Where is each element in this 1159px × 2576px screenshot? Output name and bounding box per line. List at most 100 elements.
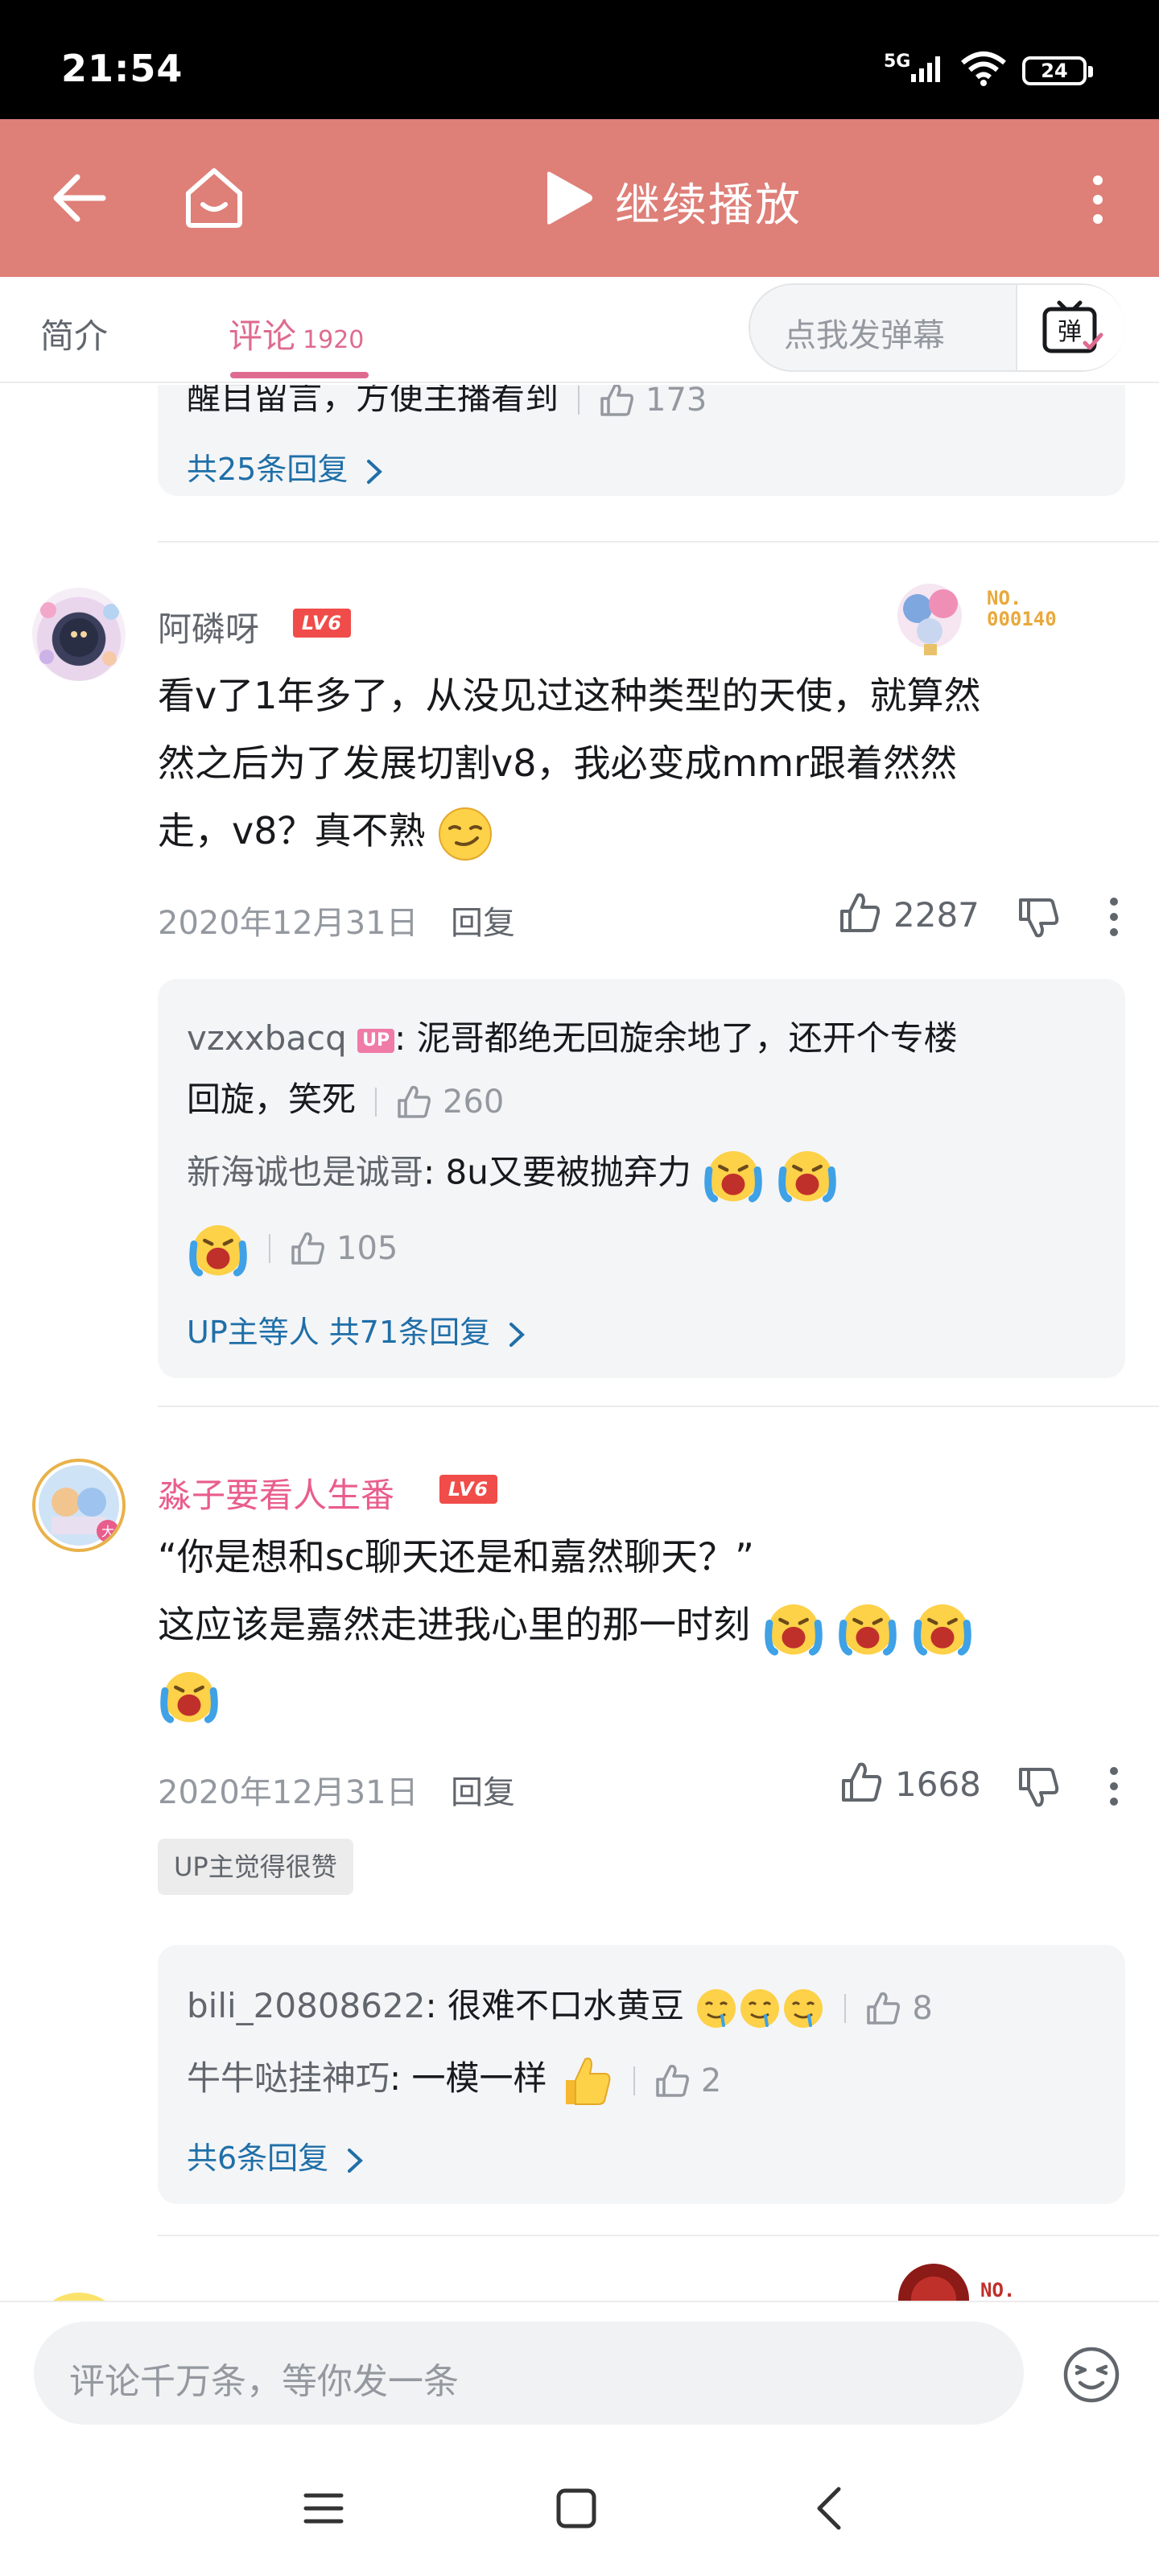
reply-item[interactable]: vzxxbacq UP: 泥哥都绝无回旋余地了，还开个专楼 <box>187 1011 958 1060</box>
play-icon[interactable] <box>541 169 594 227</box>
thumb-up-icon[interactable] <box>839 892 882 934</box>
more-replies-link[interactable]: UP主等人 共71条回复 <box>187 1307 527 1352</box>
comment-list[interactable]: 醒目留言，方便主播看到 173 共25条回复 阿磷呀 LV6 NO. 000140… <box>0 385 1159 2301</box>
network-type: 5G <box>884 52 911 72</box>
chevron-right-icon <box>509 1322 526 1347</box>
emoji-icon[interactable] <box>1061 2344 1122 2405</box>
comment-line-text: 这应该是嘉然走进我心里的那一时刻 <box>158 1603 750 1646</box>
reply-separator: : <box>425 1986 448 2025</box>
reply-item[interactable]: 牛牛哒挂神巧: 一模一样 2 <box>187 2051 721 2109</box>
comment-input-bar: 评论千万条，等你发一条 <box>0 2301 1159 2446</box>
danmu-toggle-label: 弹 <box>1058 318 1082 346</box>
reply-item[interactable]: 醒目留言，方便主播看到 173 <box>187 385 707 419</box>
continue-play-label[interactable]: 继续播放 <box>615 169 802 234</box>
level-badge: LV6 <box>293 609 351 638</box>
divider <box>844 1993 847 2023</box>
danmu-input[interactable]: 点我发弹幕 弹 <box>749 283 1125 372</box>
reply-separator: : <box>394 1018 417 1058</box>
back-nav-icon[interactable] <box>808 2486 853 2531</box>
reply-button[interactable]: 回复 <box>451 897 515 943</box>
reply-username[interactable]: 新海诚也是诚哥 <box>187 1153 423 1192</box>
up-liked-tag: UP主觉得很赞 <box>158 1839 353 1895</box>
more-vertical-icon[interactable] <box>1088 174 1107 225</box>
avatar[interactable]: 大 <box>32 1459 126 1552</box>
more-vertical-icon[interactable] <box>1107 897 1120 937</box>
thumb-up-icon[interactable] <box>865 1991 902 2026</box>
like-count: 2287 <box>893 895 980 935</box>
like-count: 1668 <box>895 1765 981 1804</box>
more-replies-text: UP主等人 共71条回复 <box>187 1315 491 1350</box>
comment-line-text: 走，v8？真不熟 <box>158 809 426 852</box>
reply-text: 很难不口水黄豆 <box>447 1986 684 2025</box>
avatar[interactable] <box>32 2293 126 2301</box>
reply-username[interactable]: 牛牛哒挂神巧 <box>187 2058 390 2098</box>
reply-text: 泥哥都绝无回旋余地了，还开个专楼 <box>416 1018 958 1058</box>
thumb-up-icon[interactable] <box>654 2063 691 2099</box>
avatar[interactable] <box>32 588 126 681</box>
tab-intro[interactable]: 简介 <box>40 309 108 358</box>
comment-text: “你是想和sc聊天还是和嘉然聊天？” 这应该是嘉然走进我心里的那一时刻 <box>158 1523 1124 1727</box>
comment-username[interactable]: 阿磷呀 <box>158 602 259 651</box>
menu-icon[interactable] <box>301 2486 346 2531</box>
svg-text:大: 大 <box>101 1524 114 1539</box>
tab-comments-label: 评论 <box>229 316 297 356</box>
divider <box>578 385 580 415</box>
comment-line <box>158 1659 1124 1728</box>
crying-emoji-icon <box>704 1151 763 1203</box>
comment-username[interactable]: 淼子要看人生番 <box>158 1468 394 1517</box>
reply-like-count: 260 <box>443 1083 505 1121</box>
reply-separator: : <box>390 2058 412 2098</box>
back-arrow-icon[interactable] <box>52 172 108 224</box>
reply-text: 回旋，笑死 <box>187 1080 357 1119</box>
divider <box>158 1406 1159 1407</box>
tab-comments[interactable]: 评论 1920 <box>229 309 364 358</box>
reply-username[interactable]: bili_20808622 <box>187 1986 425 2025</box>
comment-line: 看v了1年多了，从没见过这种类型的天使，就算然 <box>158 674 981 717</box>
more-vertical-icon[interactable] <box>1107 1766 1120 1806</box>
more-replies-link[interactable]: 共6条回复 <box>187 2133 365 2178</box>
reply-item[interactable]: bili_20808622: 很难不口水黄豆 8 <box>187 1979 933 2030</box>
reply-text: 8u又要被抛弃力 <box>445 1152 691 1192</box>
danmu-toggle-button[interactable]: 弹 <box>1016 285 1125 370</box>
danmu-placeholder: 点我发弹幕 <box>784 317 945 354</box>
reply-username[interactable]: vzxxbacq <box>187 1018 347 1058</box>
signal-icon <box>911 56 940 82</box>
square-icon[interactable] <box>554 2486 599 2531</box>
reply-button[interactable]: 回复 <box>451 1766 515 1813</box>
danmu-toggle-icon: 弹 <box>1042 300 1103 353</box>
reply-box: vzxxbacq UP: 泥哥都绝无回旋余地了，还开个专楼 回旋，笑死 260 新… <box>158 979 1125 1378</box>
thumb-down-icon[interactable] <box>1017 1766 1061 1808</box>
drool-emoji-icon <box>740 1988 780 2028</box>
divider <box>158 2235 1159 2236</box>
thumb-down-icon[interactable] <box>1017 897 1061 939</box>
crying-emoji-icon <box>189 1225 247 1277</box>
comment-input[interactable]: 评论千万条，等你发一条 <box>34 2322 1024 2425</box>
comment-text: 看v了1年多了，从没见过这种类型的天使，就算然 然之后为了发展切割v8，我必变成… <box>158 662 1124 865</box>
reply-like-count: 8 <box>912 1989 933 2027</box>
reply-item[interactable]: 新海诚也是诚哥: 8u又要被抛弃力 <box>187 1143 839 1206</box>
divider <box>375 1087 377 1117</box>
reply-item-continued[interactable]: 回旋，笑死 260 <box>187 1072 504 1121</box>
reply-box: bili_20808622: 很难不口水黄豆 8 牛牛哒挂神巧: 一模一样 2 … <box>158 1945 1125 2204</box>
thumb-up-icon[interactable] <box>599 385 636 418</box>
more-replies-link[interactable]: 共25条回复 <box>187 444 385 489</box>
reply-text: 醒目留言，方便主播看到 <box>187 385 559 417</box>
comment-line: 走，v8？真不熟 <box>158 797 1124 865</box>
comment-date: 2020年12月31日 <box>158 905 419 942</box>
level-badge: LV6 <box>439 1475 497 1504</box>
thumb-up-icon[interactable] <box>840 1761 884 1803</box>
fan-medal-icon <box>898 2264 969 2301</box>
chevron-right-icon <box>348 2148 364 2173</box>
comment-line: “你是想和sc聊天还是和嘉然聊天？” <box>158 1535 754 1579</box>
thumb-up-icon[interactable] <box>396 1084 433 1120</box>
more-replies-text: 共6条回复 <box>187 2140 329 2176</box>
smirk-emoji-icon <box>439 807 493 861</box>
reply-item-continued[interactable]: 105 <box>187 1217 398 1280</box>
fan-number: NO. <box>980 2279 1016 2301</box>
thumbs-up-emoji-icon <box>565 2057 611 2105</box>
divider <box>269 1234 270 1263</box>
thumb-up-icon[interactable] <box>290 1231 327 1266</box>
drool-emoji-icon <box>784 1988 823 2028</box>
crying-emoji-icon <box>764 1604 823 1656</box>
home-icon[interactable] <box>184 166 245 229</box>
